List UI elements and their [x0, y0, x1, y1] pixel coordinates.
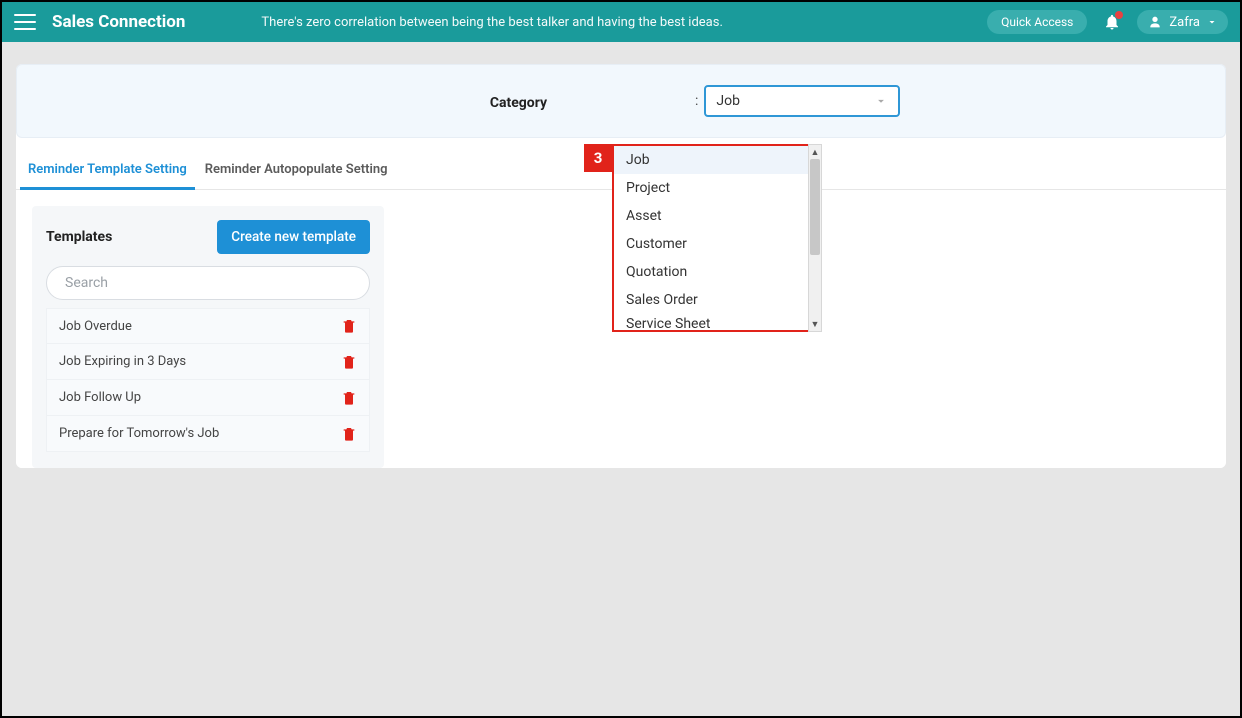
- step-badge: 3: [584, 144, 612, 172]
- template-item-label: Job Expiring in 3 Days: [59, 354, 186, 369]
- avatar-icon: [1147, 14, 1163, 30]
- menu-icon[interactable]: [14, 14, 36, 30]
- template-item[interactable]: Job Overdue: [46, 308, 370, 344]
- quick-access-button[interactable]: Quick Access: [987, 10, 1087, 34]
- notification-dot: [1115, 11, 1123, 19]
- category-selected-value: Job: [716, 93, 740, 109]
- category-dropdown[interactable]: Job Project Asset Customer Quotation Sal…: [612, 144, 810, 332]
- tab-reminder-autopopulate-setting[interactable]: Reminder Autopopulate Setting: [199, 156, 394, 189]
- create-template-button[interactable]: Create new template: [217, 220, 370, 254]
- template-item-label: Job Overdue: [59, 319, 132, 334]
- templates-panel: Templates Create new template Job Overdu…: [32, 206, 384, 468]
- dropdown-option-project[interactable]: Project: [614, 174, 808, 202]
- template-item[interactable]: Job Expiring in 3 Days: [46, 344, 370, 380]
- dropdown-option-job[interactable]: Job: [614, 146, 808, 174]
- tagline-text: There's zero correlation between being t…: [261, 15, 722, 30]
- dropdown-option-quotation[interactable]: Quotation: [614, 258, 808, 286]
- templates-search-input[interactable]: [46, 266, 370, 300]
- chevron-down-icon: [874, 94, 888, 108]
- trash-icon[interactable]: [341, 390, 357, 406]
- chevron-down-icon: [1206, 16, 1218, 28]
- category-select[interactable]: Job: [704, 85, 900, 117]
- template-list: Job Overdue Job Expiring in 3 Days Job F…: [46, 308, 370, 452]
- category-label: Category: [490, 95, 547, 111]
- page-body: Category : Job Reminder Template Setting…: [2, 42, 1240, 716]
- category-dropdown-overlay: 3 Job Project Asset Customer Quotation S…: [612, 144, 810, 332]
- template-item[interactable]: Job Follow Up: [46, 380, 370, 416]
- user-menu[interactable]: Zafra: [1137, 10, 1228, 34]
- category-bar: Category : Job: [16, 64, 1226, 138]
- tab-reminder-template-setting[interactable]: Reminder Template Setting: [22, 156, 193, 189]
- trash-icon[interactable]: [341, 426, 357, 442]
- scroll-down-icon[interactable]: ▼: [809, 317, 821, 331]
- scroll-thumb[interactable]: [810, 159, 820, 255]
- dropdown-scrollbar[interactable]: ▲ ▼: [808, 144, 822, 332]
- template-item-label: Job Follow Up: [59, 390, 141, 405]
- topbar: Sales Connection There's zero correlatio…: [2, 2, 1240, 42]
- trash-icon[interactable]: [341, 318, 357, 334]
- dropdown-option-sales-order[interactable]: Sales Order: [614, 286, 808, 314]
- colon-separator: :: [695, 93, 698, 109]
- notifications-icon[interactable]: [1103, 13, 1121, 31]
- user-name: Zafra: [1169, 15, 1200, 30]
- app-frame: Sales Connection There's zero correlatio…: [0, 0, 1242, 718]
- brand-title: Sales Connection: [52, 12, 185, 32]
- dropdown-option-customer[interactable]: Customer: [614, 230, 808, 258]
- dropdown-option-service-sheet[interactable]: Service Sheet: [614, 314, 808, 334]
- template-item-label: Prepare for Tomorrow's Job: [59, 426, 219, 441]
- dropdown-option-asset[interactable]: Asset: [614, 202, 808, 230]
- trash-icon[interactable]: [341, 354, 357, 370]
- templates-title: Templates: [46, 229, 112, 245]
- scroll-up-icon[interactable]: ▲: [809, 145, 821, 159]
- template-item[interactable]: Prepare for Tomorrow's Job: [46, 416, 370, 452]
